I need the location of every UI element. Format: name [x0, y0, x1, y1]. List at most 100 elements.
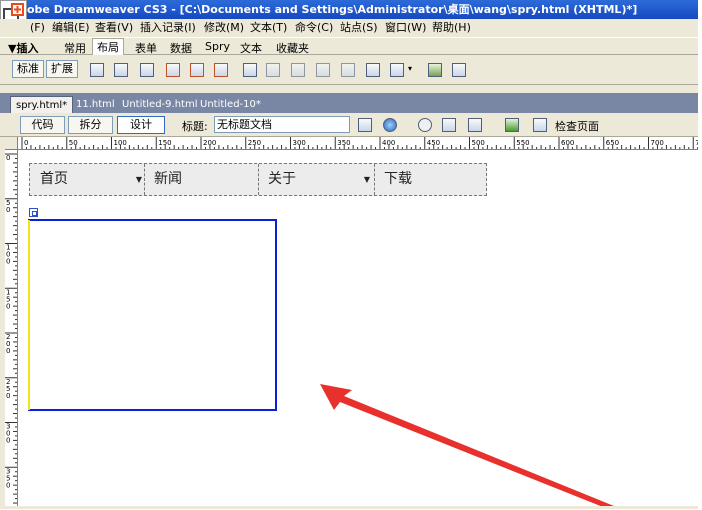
horizontal-ruler[interactable]: 0 50 100 150 200 250 300 350 400 450 500 550 600 650 7…: [18, 137, 698, 150]
spry-menu-item-home[interactable]: 首页 ▼: [40, 164, 142, 195]
menu-divider: [144, 164, 145, 195]
menu-edit[interactable]: 编辑(E): [52, 19, 90, 37]
menu-help[interactable]: 帮助(H): [432, 19, 471, 37]
menu-window[interactable]: 窗口(W): [385, 19, 426, 37]
design-view-button[interactable]: 设计: [117, 116, 165, 134]
draw-cell-icon[interactable]: [291, 63, 305, 77]
ruler-label: 700: [651, 139, 664, 147]
draw-table-icon[interactable]: [266, 63, 280, 77]
spry-menubar-icon[interactable]: [190, 63, 204, 77]
vertical-ruler[interactable]: 050100150200250300350: [5, 150, 18, 506]
menu-insert[interactable]: 插入记录(I): [140, 19, 196, 37]
ruler-origin[interactable]: [5, 137, 18, 150]
visual-aids-icon[interactable]: [468, 118, 482, 132]
spry-menu-bar[interactable]: 首页 ▼ 新闻 关于 ▼ 下载: [29, 163, 487, 196]
ruler-label: 650: [606, 139, 619, 147]
ruler-label: 450: [427, 139, 440, 147]
menu-view[interactable]: 查看(V): [95, 19, 133, 37]
ap-element-anchor-icon[interactable]: [29, 208, 38, 217]
menu-site[interactable]: 站点(S): [340, 19, 378, 37]
doc-tab-spry[interactable]: spry.html*: [10, 96, 74, 113]
spry-menu-item-news[interactable]: 新闻: [154, 164, 254, 195]
spry-menu-item-label: 下载: [384, 171, 412, 187]
design-view-label: 设计: [130, 118, 152, 131]
ruler-label: 0: [6, 481, 10, 489]
right-edge: [698, 0, 702, 509]
doc-tab-untitled-10[interactable]: Untitled-10*: [200, 96, 261, 113]
insert-row-icon[interactable]: [316, 63, 330, 77]
tab-forms[interactable]: 表单: [135, 40, 157, 56]
menu-divider: [374, 164, 375, 195]
menu-file[interactable]: (F): [30, 19, 45, 37]
menu-commands[interactable]: 命令(C): [295, 19, 333, 37]
tab-spry[interactable]: Spry: [205, 40, 230, 53]
layer-icon[interactable]: [114, 63, 128, 77]
menu-bar: (F) 编辑(E) 查看(V) 插入记录(I) 修改(M) 文本(T) 命令(C…: [0, 19, 698, 37]
spry-menu-item-about[interactable]: 关于 ▼: [268, 164, 370, 195]
frames-dropdown-icon[interactable]: ▾: [408, 64, 412, 73]
insert-toggle[interactable]: ▼插入: [8, 40, 38, 56]
tab-data[interactable]: 数据: [170, 40, 192, 56]
window-title: obe Dreamweaver CS3 - [C:\Documents and …: [27, 3, 638, 16]
ruler-label: 400: [382, 139, 395, 147]
ruler-label: 0: [6, 392, 10, 400]
title-bar: obe Dreamweaver CS3 - [C:\Documents and …: [0, 0, 698, 19]
selection-highlight-edge: [28, 220, 30, 410]
frames-icon[interactable]: [390, 63, 404, 77]
ruler-label: 600: [561, 139, 574, 147]
ruler-label: 0: [6, 206, 10, 214]
ruler-label: 100: [114, 139, 127, 147]
insert-column-icon[interactable]: [341, 63, 355, 77]
file-management-icon[interactable]: [358, 118, 372, 132]
ruler-label: 50: [69, 139, 78, 147]
spry-tabbed-panels-icon[interactable]: [214, 63, 228, 77]
spry-menu-item-label: 新闻: [154, 171, 182, 187]
standard-mode-button[interactable]: 标准: [12, 60, 44, 78]
horizontal-ruler-scale: 0 50 100 150 200 250 300 350 400 450 500 550 600 650 7…: [21, 137, 698, 149]
ruler-label: 550: [516, 139, 529, 147]
ruler-label: 500: [472, 139, 485, 147]
spry-menu-item-download[interactable]: 下载: [384, 164, 474, 195]
table-icon[interactable]: [90, 63, 104, 77]
ruler-label: 300: [293, 139, 306, 147]
check-page-label[interactable]: 检查页面: [555, 118, 599, 134]
doc-tab-11[interactable]: 11.html: [76, 96, 115, 113]
refresh-icon[interactable]: [418, 118, 432, 132]
ruler-label: 0: [6, 347, 10, 355]
div-tag-icon[interactable]: [140, 63, 154, 77]
validate-markup-icon[interactable]: [505, 118, 519, 132]
ruler-label: 350: [337, 139, 350, 147]
frame-table-icon[interactable]: [243, 63, 257, 77]
check-page-icon[interactable]: [533, 118, 547, 132]
code-view-button[interactable]: 代码: [20, 116, 65, 134]
document-toolbar: 代码 拆分 设计 标题: 无标题文档 检查页面: [0, 113, 698, 137]
document-title-input[interactable]: 无标题文档: [214, 116, 350, 133]
view-options-icon[interactable]: [442, 118, 456, 132]
ruler-label: 0: [6, 154, 10, 162]
split-view-button[interactable]: 拆分: [68, 116, 113, 134]
code-view-label: 代码: [31, 118, 54, 131]
expanded-mode-button[interactable]: 扩展: [46, 60, 78, 78]
menu-divider: [258, 164, 259, 195]
ap-div-icon[interactable]: [166, 63, 180, 77]
ruler-label: 0: [6, 258, 10, 266]
tab-layout[interactable]: 布局: [92, 38, 124, 56]
vertical-ruler-scale: 050100150200250300350: [5, 153, 17, 504]
ruler-label: 0: [6, 437, 10, 445]
toolbar-gap: [0, 85, 698, 93]
iframe-icon[interactable]: [366, 63, 380, 77]
tab-favorites[interactable]: 收藏夹: [276, 40, 309, 56]
preview-browser-icon[interactable]: [383, 118, 397, 132]
spry-menu-item-label: 首页: [40, 171, 68, 187]
tab-common[interactable]: 常用: [64, 40, 86, 56]
doc-tab-untitled-9[interactable]: Untitled-9.html: [122, 96, 197, 113]
menu-modify[interactable]: 修改(M): [204, 19, 244, 37]
title-label: 标题:: [182, 120, 208, 133]
layout-grid-icon[interactable]: [452, 63, 466, 77]
menu-text[interactable]: 文本(T): [250, 19, 287, 37]
ruler-label: 150: [158, 139, 171, 147]
tabular-data-icon[interactable]: [428, 63, 442, 77]
submenu-arrow-icon: ▼: [135, 175, 142, 184]
selected-div-panel[interactable]: [28, 219, 277, 411]
tab-text[interactable]: 文本: [240, 40, 262, 56]
